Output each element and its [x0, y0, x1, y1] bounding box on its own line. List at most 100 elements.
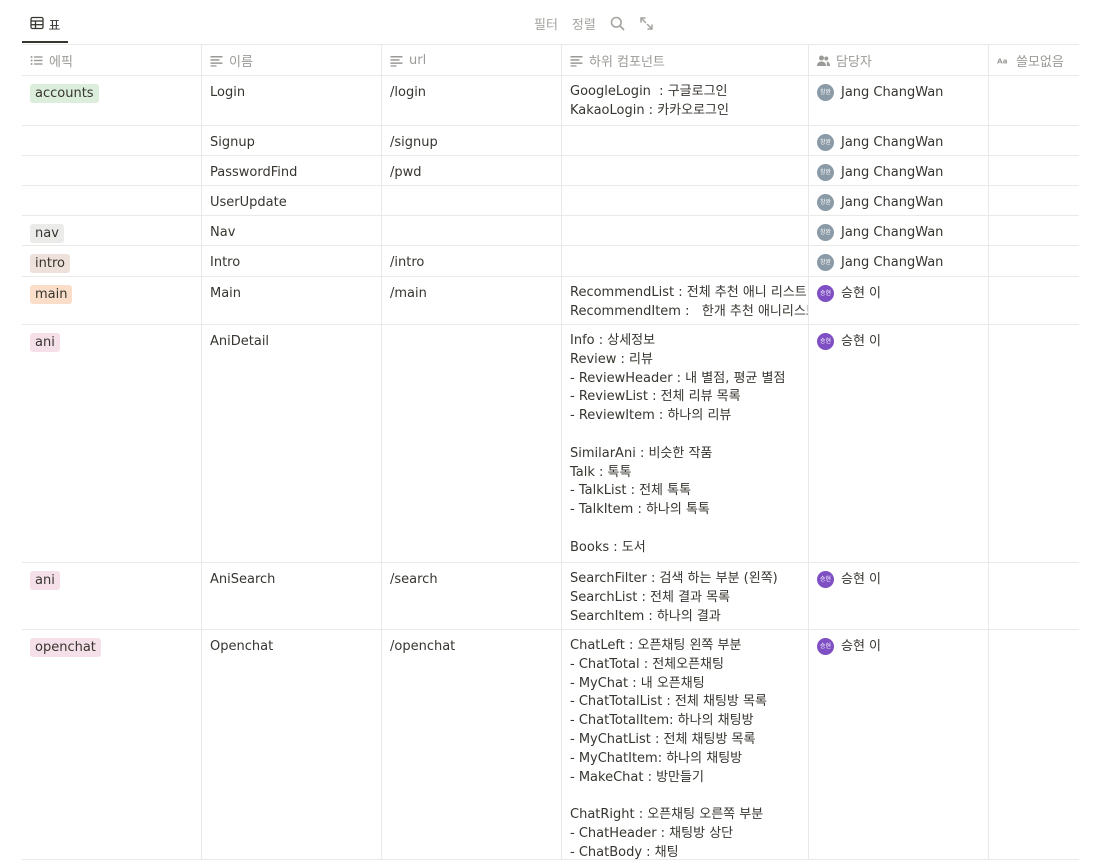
epic-cell[interactable]: nav [22, 216, 202, 245]
unused-cell[interactable] [989, 76, 1079, 125]
epic-cell[interactable]: intro [22, 246, 202, 276]
sub-components-text: GoogleLogin : 구글로그인 KakaoLogin : 카카오로그인 [570, 84, 729, 118]
unused-cell[interactable] [989, 126, 1079, 155]
owner-cell[interactable]: 승현 승현 이 [809, 563, 989, 629]
table-row[interactable]: Signup/signup 창완 Jang ChangWan [22, 126, 1079, 156]
sub-components-cell[interactable]: Info : 상세정보 Review : 리뷰 - ReviewHeader :… [562, 325, 809, 562]
unused-cell[interactable] [989, 216, 1079, 245]
sub-components-cell[interactable]: ChatLeft : 오픈채팅 왼쪽 부분 - ChatTotal : 전체오픈… [562, 630, 809, 859]
sub-components-cell[interactable] [562, 216, 809, 245]
url-cell[interactable]: /main [382, 277, 562, 324]
sub-components-cell[interactable]: RecommendList : 전체 추천 애니 리스트 RecommendIt… [562, 277, 809, 324]
text-icon [570, 54, 583, 67]
sub-components-cell[interactable] [562, 126, 809, 155]
url-cell[interactable]: /openchat [382, 630, 562, 859]
url-cell[interactable] [382, 216, 562, 245]
owner-cell[interactable]: 창완 Jang ChangWan [809, 246, 989, 276]
sub-components-cell[interactable] [562, 186, 809, 215]
page-name: Main [210, 286, 242, 301]
expand-icon[interactable] [639, 16, 654, 31]
text-icon [390, 54, 403, 67]
column-header[interactable]: 이름 [202, 45, 382, 75]
person-name: Jang ChangWan [841, 225, 944, 240]
url-cell[interactable]: /search [382, 563, 562, 629]
name-cell[interactable]: Signup [202, 126, 382, 155]
column-header[interactable]: 담당자 [809, 45, 989, 75]
url-cell[interactable]: /intro [382, 246, 562, 276]
table-row[interactable]: main Main/main RecommendList : 전체 추천 애니 리스… [22, 277, 1079, 325]
unused-cell[interactable] [989, 277, 1079, 324]
unused-cell[interactable] [989, 246, 1079, 276]
epic-cell[interactable]: ani [22, 563, 202, 629]
url-cell[interactable] [382, 325, 562, 562]
epic-cell[interactable] [22, 126, 202, 155]
filter-button[interactable]: 필터 [534, 14, 558, 33]
name-cell[interactable]: AniDetail [202, 325, 382, 562]
epic-tag: nav [30, 224, 64, 243]
unused-cell[interactable] [989, 156, 1079, 185]
owner-cell[interactable]: 승현 승현 이 [809, 277, 989, 324]
name-cell[interactable]: Main [202, 277, 382, 324]
table-row[interactable]: accounts Login/login GoogleLogin : 구글로그인 K… [22, 76, 1079, 126]
tab-table-view[interactable]: 표 [22, 8, 68, 43]
person-name: Jang ChangWan [841, 165, 944, 180]
person-chip: 창완 Jang ChangWan [817, 133, 980, 152]
unused-cell[interactable] [989, 325, 1079, 562]
url-cell[interactable] [382, 186, 562, 215]
person-name: Jang ChangWan [841, 195, 944, 210]
owner-cell[interactable]: 창완 Jang ChangWan [809, 76, 989, 125]
table-row[interactable]: PasswordFind/pwd 창완 Jang ChangWan [22, 156, 1079, 186]
url-cell[interactable]: /login [382, 76, 562, 125]
owner-cell[interactable]: 승현 승현 이 [809, 325, 989, 562]
unused-cell[interactable] [989, 563, 1079, 629]
unused-cell[interactable] [989, 630, 1079, 859]
table-row[interactable]: ani AniSearch/search SearchFilter : 검색 하는 … [22, 563, 1079, 630]
column-header[interactable]: 하위 컴포넌트 [562, 45, 809, 75]
url-text: /search [390, 572, 438, 587]
page-name: PasswordFind [210, 165, 298, 180]
sub-components-cell[interactable] [562, 156, 809, 185]
url-cell[interactable]: /signup [382, 126, 562, 155]
url-cell[interactable]: /pwd [382, 156, 562, 185]
epic-cell[interactable] [22, 186, 202, 215]
sub-components-cell[interactable]: SearchFilter : 검색 하는 부분 (왼쪽) SearchList … [562, 563, 809, 629]
table-row[interactable]: openchat Openchat/openchat ChatLeft : 오픈채팅… [22, 630, 1079, 860]
epic-cell[interactable]: openchat [22, 630, 202, 859]
table-row[interactable]: UserUpdate 창완 Jang ChangWan [22, 186, 1079, 216]
url-text: /pwd [390, 165, 422, 180]
name-cell[interactable]: Login [202, 76, 382, 125]
owner-cell[interactable]: 창완 Jang ChangWan [809, 156, 989, 185]
table-row[interactable]: intro Intro/intro 창완 Jang ChangWan [22, 246, 1079, 277]
name-cell[interactable]: PasswordFind [202, 156, 382, 185]
owner-cell[interactable]: 승현 승현 이 [809, 630, 989, 859]
column-header[interactable]: url [382, 45, 562, 75]
epic-cell[interactable]: main [22, 277, 202, 324]
epic-cell[interactable] [22, 156, 202, 185]
owner-cell[interactable]: 창완 Jang ChangWan [809, 216, 989, 245]
owner-cell[interactable]: 창완 Jang ChangWan [809, 126, 989, 155]
name-cell[interactable]: Nav [202, 216, 382, 245]
epic-tag: ani [30, 333, 60, 352]
epic-cell[interactable]: ani [22, 325, 202, 562]
unused-cell[interactable] [989, 186, 1079, 215]
column-header-label: 담당자 [836, 54, 872, 70]
page-name: UserUpdate [210, 195, 287, 210]
name-cell[interactable]: AniSearch [202, 563, 382, 629]
epic-tag: accounts [30, 84, 99, 103]
name-cell[interactable]: Intro [202, 246, 382, 276]
sub-components-cell[interactable]: GoogleLogin : 구글로그인 KakaoLogin : 카카오로그인 [562, 76, 809, 125]
person-name: 승현 이 [841, 334, 882, 349]
name-cell[interactable]: Openchat [202, 630, 382, 859]
table-header: 에픽 이름 url 하위 컴포넌트 담당자 Aa 쓸모없음 [22, 44, 1079, 76]
name-cell[interactable]: UserUpdate [202, 186, 382, 215]
page-name: AniSearch [210, 572, 276, 587]
column-header[interactable]: 에픽 [22, 45, 202, 75]
epic-cell[interactable]: accounts [22, 76, 202, 125]
search-icon[interactable] [610, 16, 625, 31]
table-row[interactable]: nav Nav 창완 Jang ChangWan [22, 216, 1079, 246]
column-header[interactable]: Aa 쓸모없음 [989, 45, 1079, 75]
table-row[interactable]: ani AniDetail Info : 상세정보 Review : 리뷰 - Re… [22, 325, 1079, 563]
sort-button[interactable]: 정렬 [572, 14, 596, 33]
sub-components-cell[interactable] [562, 246, 809, 276]
owner-cell[interactable]: 창완 Jang ChangWan [809, 186, 989, 215]
